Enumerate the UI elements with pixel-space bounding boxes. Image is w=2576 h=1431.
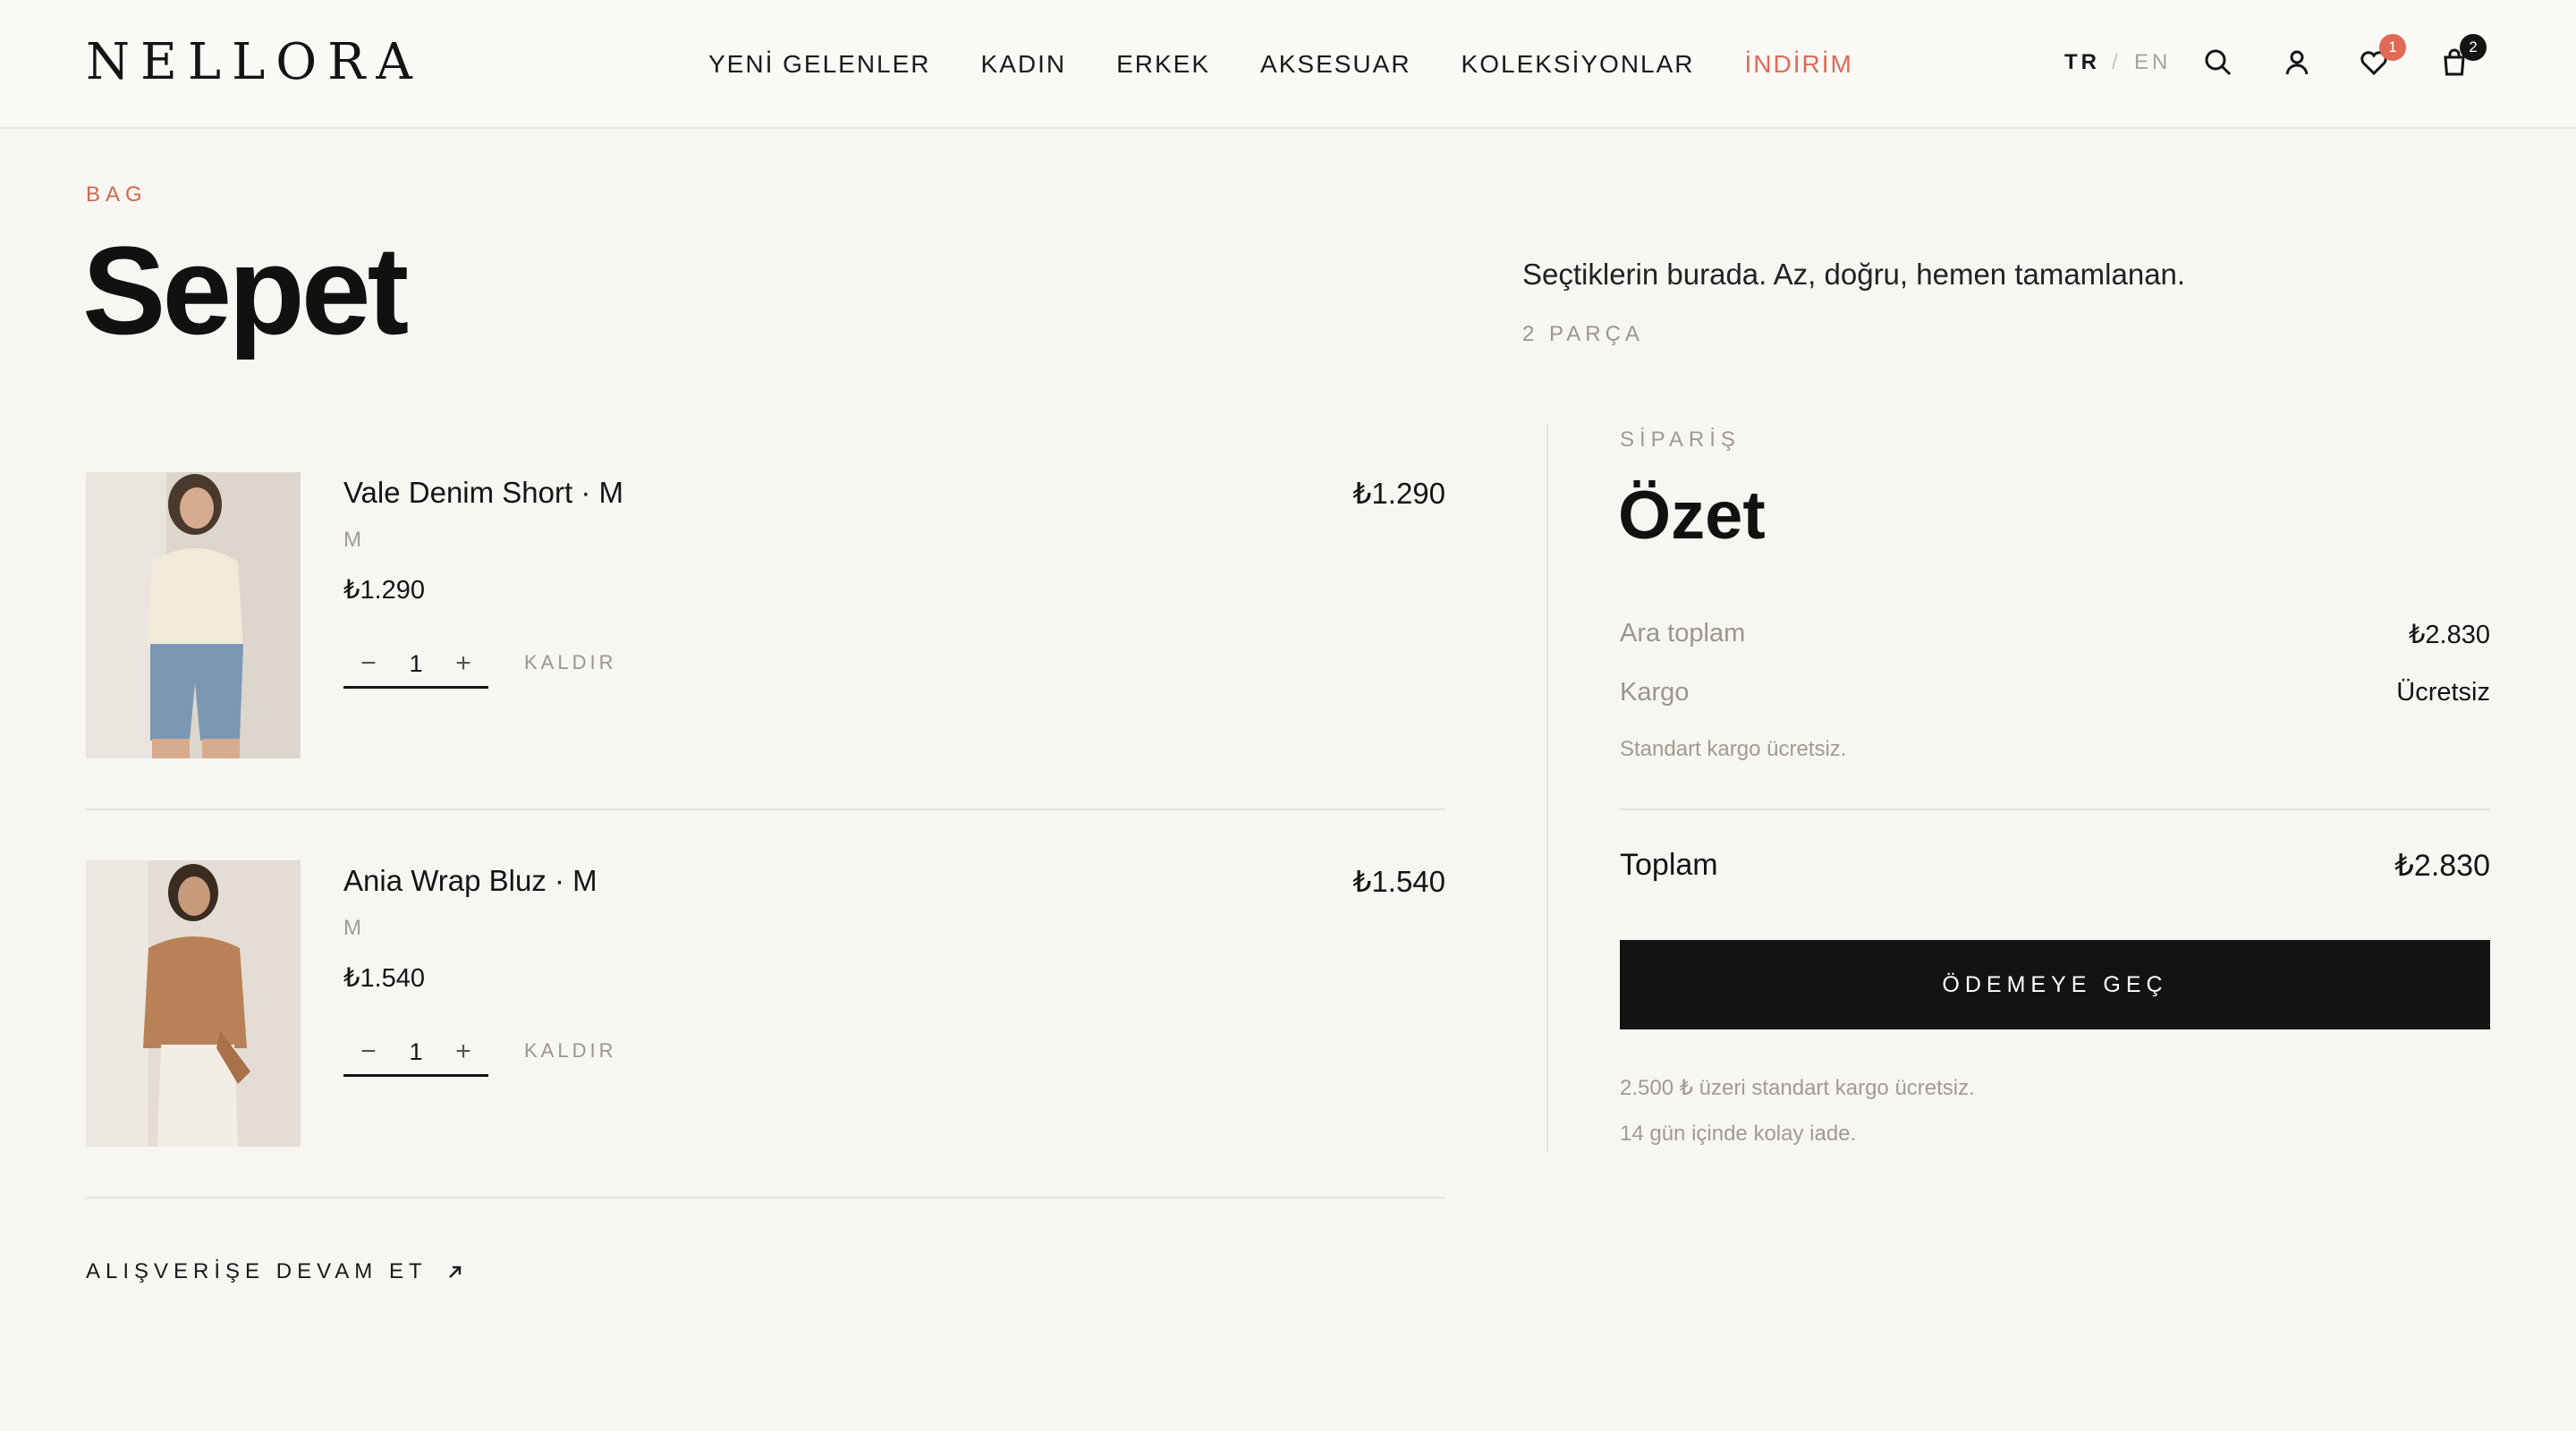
nav-accessories[interactable]: AKSESUAR: [1260, 50, 1411, 79]
subtotal-label: Ara toplam: [1620, 619, 1746, 648]
arrow-up-right-icon: [448, 1266, 461, 1278]
summary-eyebrow: SİPARİŞ: [1620, 428, 1741, 452]
nav-new-arrivals[interactable]: YENİ GELENLER: [708, 50, 931, 79]
unit-price: ₺1.540: [343, 964, 426, 993]
site-header: NELLORA YENİ GELENLER KADIN ERKEK AKSESU…: [0, 0, 2576, 129]
lang-tr[interactable]: TR: [2064, 50, 2100, 75]
item-divider: [86, 809, 1445, 810]
checkout-button[interactable]: ÖDEMEYE GEÇ: [1620, 940, 2490, 1029]
summary-title: Özet: [1618, 478, 1766, 554]
search-icon[interactable]: [2202, 47, 2234, 79]
line-total: ₺1.290: [1352, 477, 1445, 510]
shipping-label: Kargo: [1620, 678, 1690, 707]
main-nav: YENİ GELENLER KADIN ERKEK AKSESUAR KOLEK…: [708, 47, 1853, 82]
nav-men[interactable]: ERKEK: [1116, 50, 1210, 79]
remove-item-button[interactable]: KALDIR: [524, 651, 616, 674]
brand-logo[interactable]: NELLORA: [86, 36, 423, 89]
lang-separator: /: [2112, 50, 2118, 74]
shipping-note: Standart kargo ücretsiz.: [1620, 737, 1847, 761]
product-variant: M: [343, 528, 361, 552]
bag-count-badge: 2: [2460, 34, 2487, 61]
product-name[interactable]: Vale Denim Short · M: [343, 476, 623, 510]
nav-collections[interactable]: KOLEKSİYONLAR: [1462, 50, 1695, 79]
free-shipping-note: 2.500 ₺ üzeri standart kargo ücretsiz.: [1620, 1076, 1975, 1100]
quantity-stepper: − 1 +: [343, 1029, 488, 1077]
decrease-quantity-button[interactable]: −: [351, 646, 386, 682]
increase-quantity-button[interactable]: +: [445, 646, 481, 682]
subtotal-value: ₺2.830: [2408, 621, 2490, 649]
total-value: ₺2.830: [2394, 849, 2490, 883]
item-divider: [86, 1197, 1445, 1198]
unit-price: ₺1.290: [343, 576, 426, 605]
shipping-value: Ücretsiz: [2396, 678, 2490, 707]
product-image[interactable]: [86, 860, 301, 1147]
item-count: 2 PARÇA: [1522, 322, 1644, 346]
page-eyebrow: BAG: [86, 182, 148, 207]
quantity-stepper: − 1 +: [343, 640, 488, 689]
product-name[interactable]: Ania Wrap Bluz · M: [343, 864, 597, 898]
line-total: ₺1.540: [1352, 865, 1445, 898]
user-icon[interactable]: [2281, 47, 2313, 79]
page-title: Sepet: [82, 220, 409, 360]
summary-divider-vertical: [1546, 424, 1548, 1152]
lang-en[interactable]: EN: [2134, 50, 2171, 75]
quantity-value: 1: [409, 1038, 423, 1065]
nav-women[interactable]: KADIN: [981, 50, 1067, 79]
quantity-value: 1: [409, 650, 423, 677]
returns-note: 14 gün içinde kolay iade.: [1620, 1122, 1857, 1146]
nav-sale[interactable]: İNDİRİM: [1745, 50, 1853, 79]
summary-divider: [1620, 809, 2490, 810]
continue-shopping-link[interactable]: ALIŞVERİŞE DEVAM ET: [86, 1259, 465, 1284]
decrease-quantity-button[interactable]: −: [351, 1034, 386, 1070]
product-image[interactable]: [86, 472, 301, 758]
total-label: Toplam: [1620, 848, 1718, 882]
remove-item-button[interactable]: KALDIR: [524, 1039, 616, 1063]
wishlist-count-badge: 1: [2379, 34, 2406, 61]
increase-quantity-button[interactable]: +: [445, 1034, 481, 1070]
continue-shopping-label: ALIŞVERİŞE DEVAM ET: [86, 1259, 428, 1283]
cart-item: Ania Wrap Bluz · M ₺1.540 M ₺1.540 − 1 +…: [86, 860, 1445, 1236]
cart-item: Vale Denim Short · M ₺1.290 M ₺1.290 − 1…: [86, 472, 1445, 848]
page-tagline: Seçtiklerin burada. Az, doğru, hemen tam…: [1522, 258, 2186, 291]
product-variant: M: [343, 916, 361, 940]
